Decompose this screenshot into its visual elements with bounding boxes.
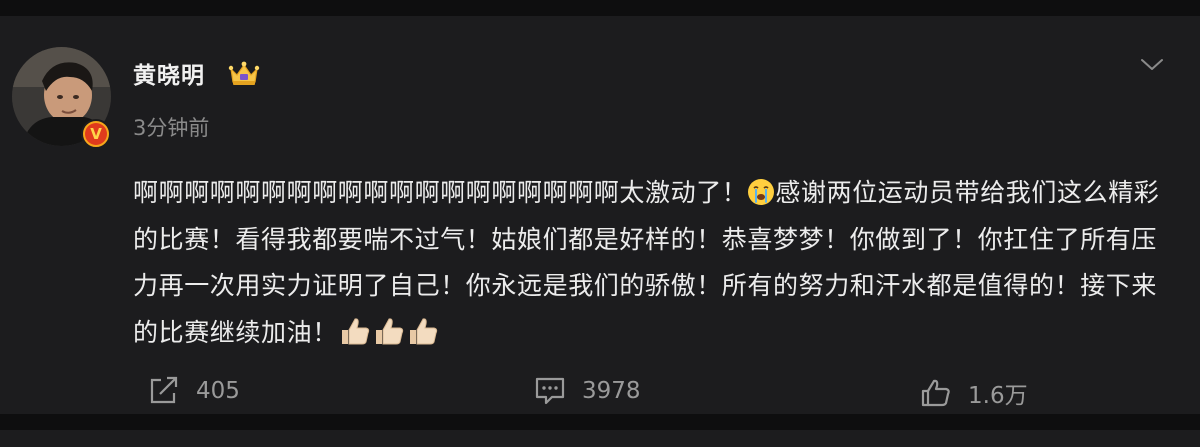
thumbs-up-emoji <box>375 317 403 344</box>
thumbs-up-emoji-group <box>338 317 440 347</box>
comment-count: 3978 <box>582 378 641 404</box>
repost-icon <box>150 376 178 404</box>
crying-face-emoji <box>748 179 775 205</box>
next-card-edge <box>0 430 1200 447</box>
repost-count: 405 <box>196 378 240 404</box>
weibo-post-card: V 黄晓明 3分钟前 啊啊啊啊啊啊啊啊啊啊啊啊啊啊啊啊啊啊啊太激动了！ 感谢两位… <box>0 16 1200 414</box>
post-text-part1: 啊啊啊啊啊啊啊啊啊啊啊啊啊啊啊啊啊啊啊太激动了！ <box>133 178 748 207</box>
thumbs-up-emoji <box>341 317 369 344</box>
thumbs-up-icon <box>921 379 950 407</box>
repost-button[interactable]: 405 <box>148 376 240 406</box>
verified-badge: V <box>81 119 111 149</box>
comment-button[interactable]: 3978 <box>534 376 641 406</box>
author-name[interactable]: 黄晓明 <box>133 56 205 90</box>
verified-v-icon: V <box>85 123 107 145</box>
comment-icon <box>535 377 565 405</box>
post-time: 3分钟前 <box>133 116 210 140</box>
crown-icon[interactable] <box>228 60 260 88</box>
like-button[interactable]: 1.6万 <box>920 376 1028 410</box>
chevron-down-icon[interactable] <box>1140 57 1164 73</box>
like-count: 1.6万 <box>968 383 1028 409</box>
thumbs-up-emoji <box>409 317 437 344</box>
post-body: 啊啊啊啊啊啊啊啊啊啊啊啊啊啊啊啊啊啊啊太激动了！ 感谢两位运动员带给我们这么精彩… <box>133 170 1178 356</box>
author-avatar[interactable]: V <box>12 47 111 149</box>
